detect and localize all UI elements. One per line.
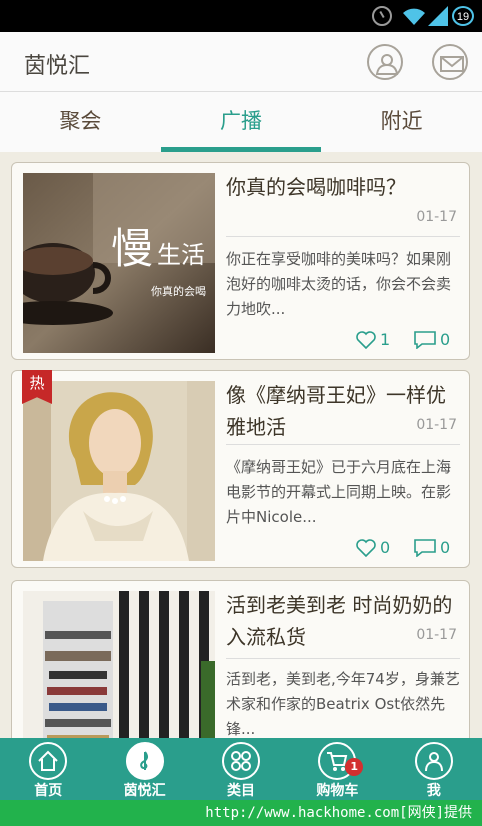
alarm-icon (372, 6, 392, 26)
divider (226, 658, 460, 659)
profile-button[interactable] (367, 44, 403, 80)
grid-icon (222, 742, 261, 780)
post-excerpt: 你正在享受咖啡的美味吗？如果刚泡好的咖啡太烫的话，你会不会卖力地吹... (226, 250, 452, 318)
post-title[interactable]: 你真的会喝咖啡吗？ (226, 171, 458, 203)
heart-icon (356, 330, 376, 349)
tab-nearby[interactable]: 附近 (321, 92, 482, 152)
nav-label: 首页 (34, 783, 63, 799)
like-button[interactable]: 0 (356, 538, 390, 557)
heart-icon (356, 538, 376, 557)
comment-count: 0 (440, 330, 451, 349)
nav-label: 茵悦汇 (123, 783, 166, 799)
watermark: http://www.hackhome.com[网侠]提供 (0, 800, 482, 826)
music-note-icon (125, 742, 164, 780)
post-thumbnail (23, 591, 215, 738)
profile-icon (375, 54, 399, 75)
user-icon (414, 742, 453, 780)
home-icon (29, 742, 68, 780)
cart-badge: 1 (345, 758, 364, 776)
post-date: 01-17 (416, 417, 457, 433)
status-bar: 19 (0, 0, 482, 32)
post-card[interactable]: 热 像《摩纳哥王妃》一样优雅地活 01-17 《摩纳哥王妃》已于六月底在上海电影… (11, 370, 470, 568)
nav-label: 我 (426, 783, 441, 799)
nav-community[interactable]: 茵悦汇 (96, 738, 192, 800)
comment-icon (414, 330, 436, 349)
post-title[interactable]: 活到老美到老 时尚奶奶的入流私货 (226, 589, 458, 653)
post-title[interactable]: 像《摩纳哥王妃》一样优雅地活 (226, 379, 458, 443)
nav-me[interactable]: 我 (386, 738, 482, 800)
tab-broadcast[interactable]: 广播 (160, 92, 322, 152)
app-title: 茵悦汇 (24, 54, 91, 79)
wifi-icon (402, 6, 426, 26)
divider (226, 444, 460, 445)
nav-label: 购物车 (316, 783, 359, 799)
mail-button[interactable] (432, 44, 468, 80)
like-count: 1 (380, 330, 391, 349)
app-bar: 茵悦汇 (0, 32, 482, 92)
comment-button[interactable]: 0 (414, 330, 450, 349)
post-date: 01-17 (416, 627, 457, 643)
post-card[interactable]: 慢 生活 你真的会喝 你真的会喝咖啡吗？ 01-17 你正在享受咖啡的美味吗？如… (11, 162, 470, 360)
post-card[interactable]: 活到老美到老 时尚奶奶的入流私货 01-17 活到老，美到老,今年74岁，身兼艺… (11, 580, 470, 738)
signal-icon (428, 6, 448, 26)
post-thumbnail (23, 381, 215, 561)
battery-icon: 19 (452, 6, 474, 26)
post-excerpt: 《摩纳哥王妃》已于六月底在上海电影节的开幕式上同期上映。在影片中Nicole..… (226, 458, 452, 526)
tab-bar: 聚会 广播 附近 (0, 92, 482, 152)
thumb-text-small: 你真的会喝 (151, 285, 206, 298)
nav-label: 类目 (227, 783, 256, 799)
thumb-text-mid: 生活 (157, 241, 205, 269)
mail-icon (440, 56, 464, 72)
nav-cart[interactable]: 1 购物车 (289, 738, 385, 800)
post-feed[interactable]: 慢 生活 你真的会喝 你真的会喝咖啡吗？ 01-17 你正在享受咖啡的美味吗？如… (0, 152, 482, 738)
nav-home[interactable]: 首页 (0, 738, 96, 800)
post-excerpt: 活到老，美到老,今年74岁，身兼艺术家和作家的Beatrix Ost依然先锋..… (226, 670, 460, 738)
tab-gathering[interactable]: 聚会 (0, 92, 161, 152)
bottom-nav: 首页 茵悦汇 类目 1 购物车 我 (0, 738, 482, 800)
divider (226, 236, 460, 237)
thumb-text-big: 慢 (111, 224, 154, 273)
comment-button[interactable]: 0 (414, 538, 450, 557)
nav-category[interactable]: 类目 (193, 738, 289, 800)
post-date: 01-17 (416, 209, 457, 225)
post-thumbnail: 慢 生活 你真的会喝 (23, 173, 215, 353)
like-button[interactable]: 1 (356, 330, 390, 349)
like-count: 0 (380, 538, 391, 557)
comment-icon (414, 538, 436, 557)
comment-count: 0 (440, 538, 451, 557)
